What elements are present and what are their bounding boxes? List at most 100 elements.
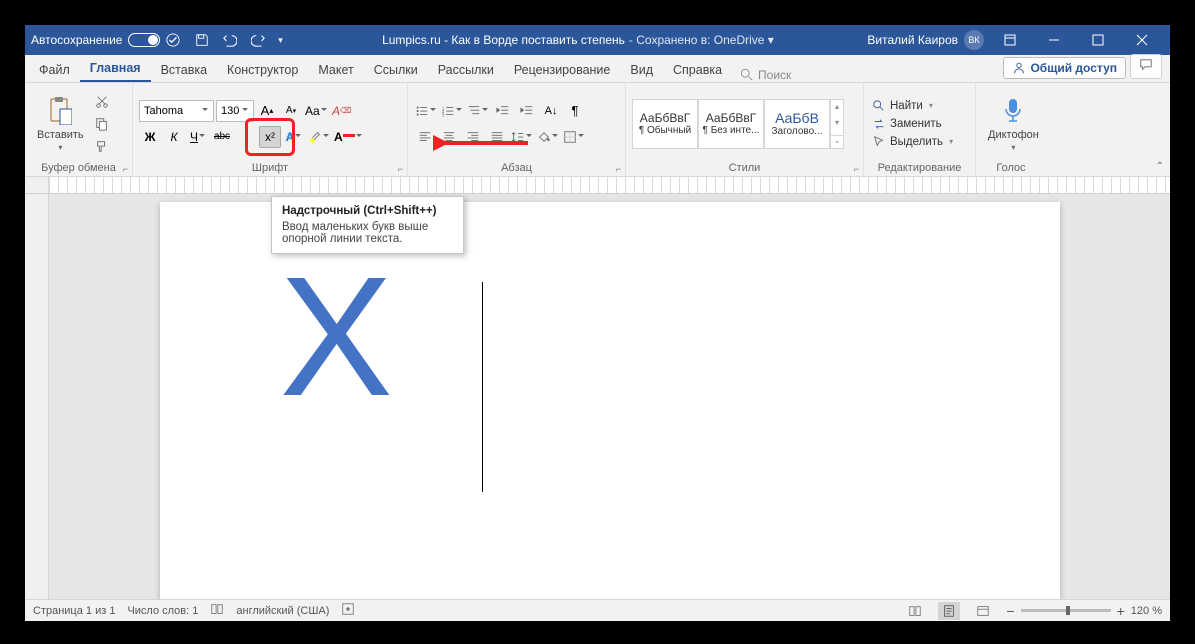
- zoom-level[interactable]: 120 %: [1131, 605, 1162, 617]
- zoom-in[interactable]: +: [1117, 603, 1125, 619]
- status-macro[interactable]: [341, 602, 355, 619]
- status-language[interactable]: английский (США): [236, 605, 329, 617]
- style-normal[interactable]: АаБбВвГ¶ Обычный: [632, 99, 698, 149]
- font-color-button[interactable]: A: [333, 126, 364, 148]
- view-print-layout[interactable]: [938, 602, 960, 620]
- font-size-combo[interactable]: 130: [216, 100, 254, 122]
- tab-layout[interactable]: Макет: [308, 57, 363, 82]
- status-spellcheck[interactable]: [210, 602, 224, 619]
- select-button[interactable]: Выделить▾: [870, 134, 955, 150]
- autosave-toggle[interactable]: [128, 33, 160, 47]
- share-button[interactable]: Общий доступ: [1003, 57, 1126, 79]
- shading-button[interactable]: [536, 126, 560, 148]
- collapse-ribbon[interactable]: ⌃: [1156, 161, 1164, 172]
- italic-button[interactable]: К: [163, 126, 185, 148]
- paragraph-launcher[interactable]: ⌐: [616, 164, 621, 174]
- tab-view[interactable]: Вид: [620, 57, 663, 82]
- paste-button[interactable]: Вставить ▾: [31, 93, 90, 154]
- status-page[interactable]: Страница 1 из 1: [33, 605, 115, 617]
- styles-launcher[interactable]: ⌐: [854, 164, 859, 174]
- cursor-icon: [872, 135, 886, 149]
- tab-file[interactable]: Файл: [29, 57, 80, 82]
- ribbon-display-options[interactable]: [988, 25, 1032, 55]
- tab-review[interactable]: Рецензирование: [504, 57, 621, 82]
- maximize-button[interactable]: [1076, 25, 1120, 55]
- search-icon: [740, 68, 754, 82]
- numbering-button[interactable]: 123: [440, 100, 464, 122]
- align-left-button[interactable]: [414, 126, 436, 148]
- font-name-combo[interactable]: Tahoma: [139, 100, 214, 122]
- view-read-mode[interactable]: [904, 602, 926, 620]
- clipboard-icon: [48, 97, 72, 125]
- underline-button[interactable]: Ч: [187, 126, 209, 148]
- numbering-icon: 123: [441, 104, 455, 118]
- tab-references[interactable]: Ссылки: [364, 57, 428, 82]
- tab-insert[interactable]: Вставка: [151, 57, 217, 82]
- zoom-out[interactable]: −: [1006, 603, 1014, 619]
- document-title: Lumpics.ru - Как в Ворде поставить степе…: [288, 33, 867, 47]
- bold-button[interactable]: Ж: [139, 126, 161, 148]
- tab-help[interactable]: Справка: [663, 57, 732, 82]
- minimize-button[interactable]: [1032, 25, 1076, 55]
- view-web-layout[interactable]: [972, 602, 994, 620]
- strikethrough-button[interactable]: abc: [211, 126, 233, 148]
- find-button[interactable]: Найти▾: [870, 98, 955, 114]
- mic-icon: [1002, 97, 1024, 125]
- superscript-button[interactable]: x²: [259, 126, 281, 148]
- styles-scroll-down[interactable]: ▾: [831, 118, 843, 127]
- style-heading1[interactable]: АаБбВЗаголово...: [764, 99, 830, 149]
- align-left-icon: [418, 130, 432, 144]
- workspace: X Надстрочный (Ctrl+Shift++) Ввод малень…: [25, 194, 1170, 599]
- copy-button[interactable]: [93, 114, 111, 134]
- tab-home[interactable]: Главная: [80, 55, 151, 82]
- style-no-spacing[interactable]: АаБбВвГ¶ Без инте...: [698, 99, 764, 149]
- tab-design[interactable]: Конструктор: [217, 57, 308, 82]
- document-page[interactable]: X: [160, 202, 1060, 599]
- status-words[interactable]: Число слов: 1: [127, 605, 198, 617]
- redo-button[interactable]: [244, 25, 272, 55]
- text-effects-button[interactable]: A: [283, 126, 305, 148]
- horizontal-ruler[interactable]: [25, 177, 1170, 194]
- line-spacing-button[interactable]: [510, 126, 534, 148]
- align-right-button[interactable]: [462, 126, 484, 148]
- font-launcher[interactable]: ⌐: [398, 164, 403, 174]
- indent-increase-button[interactable]: [516, 100, 538, 122]
- grow-font-button[interactable]: A▴: [256, 100, 278, 122]
- clipboard-launcher[interactable]: ⌐: [123, 164, 128, 174]
- change-case-button[interactable]: Aa: [304, 100, 329, 122]
- group-editing: Найти▾ Заменить Выделить▾ Редактирование: [864, 83, 976, 176]
- close-button[interactable]: [1120, 25, 1164, 55]
- replace-button[interactable]: Заменить: [870, 116, 955, 132]
- borders-icon: [563, 130, 577, 144]
- qat-customize[interactable]: ▾: [272, 25, 288, 55]
- save-button[interactable]: [188, 25, 216, 55]
- vertical-ruler[interactable]: [25, 194, 49, 599]
- styles-expand[interactable]: ⌄: [831, 135, 843, 145]
- shrink-font-button[interactable]: A▾: [280, 100, 302, 122]
- ribbon-tabs: Файл Главная Вставка Конструктор Макет С…: [25, 55, 1170, 83]
- sort-button[interactable]: А↓: [540, 100, 562, 122]
- tab-mailings[interactable]: Рассылки: [428, 57, 504, 82]
- user-account[interactable]: Виталий Каиров ВК: [867, 30, 984, 50]
- borders-button[interactable]: [562, 126, 586, 148]
- styles-scroll-up[interactable]: ▴: [831, 102, 843, 111]
- highlight-button[interactable]: [307, 126, 331, 148]
- print-layout-icon: [942, 604, 956, 618]
- undo-button[interactable]: [216, 25, 244, 55]
- replace-icon: [872, 117, 886, 131]
- cut-button[interactable]: [93, 92, 111, 112]
- search-box[interactable]: Поиск: [732, 68, 799, 82]
- brush-icon: [95, 139, 109, 153]
- format-painter-button[interactable]: [93, 136, 111, 156]
- zoom-slider[interactable]: [1021, 609, 1111, 612]
- clear-format-button[interactable]: A⌫: [331, 100, 353, 122]
- show-marks-button[interactable]: ¶: [564, 100, 586, 122]
- dictate-button[interactable]: Диктофон ▾: [982, 93, 1045, 154]
- indent-decrease-button[interactable]: [492, 100, 514, 122]
- multilevel-button[interactable]: [466, 100, 490, 122]
- comments-button[interactable]: [1130, 54, 1162, 79]
- justify-button[interactable]: [486, 126, 508, 148]
- align-center-button[interactable]: [438, 126, 460, 148]
- avatar: ВК: [964, 30, 984, 50]
- bullets-button[interactable]: [414, 100, 438, 122]
